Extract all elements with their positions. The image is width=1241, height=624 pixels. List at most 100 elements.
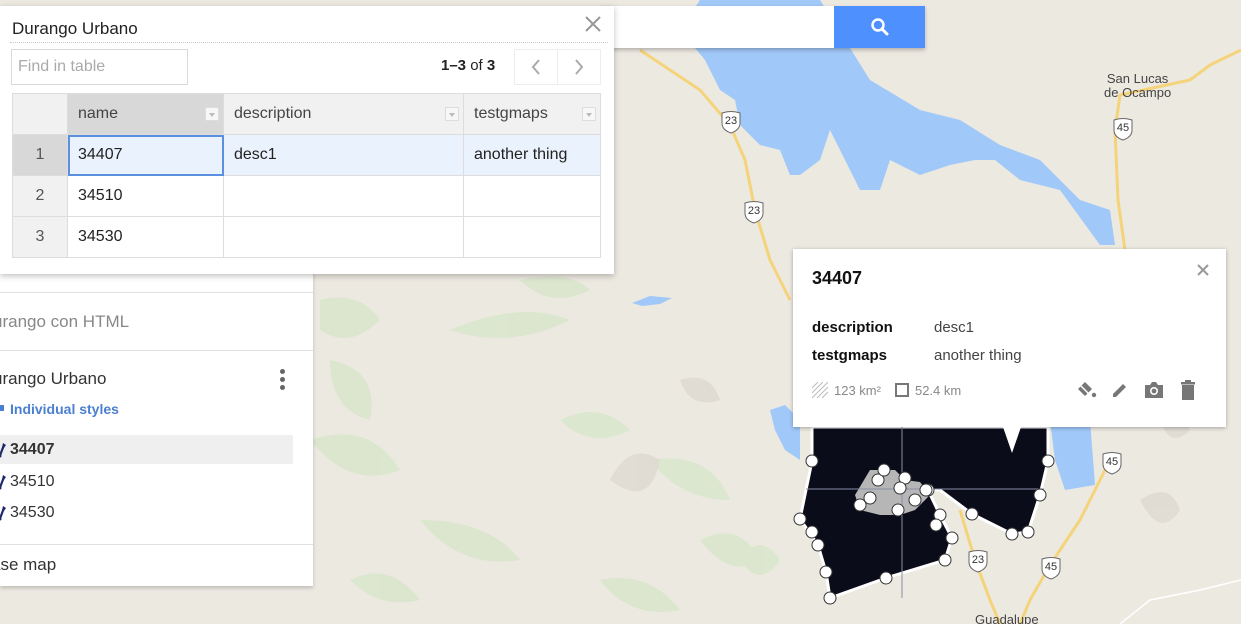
- edit-button[interactable]: [1108, 378, 1132, 402]
- shield-number: 23: [747, 205, 761, 217]
- paint-bucket-icon: [1076, 381, 1097, 398]
- column-header-description[interactable]: description: [223, 93, 464, 135]
- info-window-pointer: [1003, 427, 1021, 453]
- vertex-handle[interactable]: [793, 512, 807, 526]
- highway-shield: 23: [743, 200, 765, 224]
- previous-page-button[interactable]: [514, 49, 558, 85]
- vertex-handle[interactable]: [853, 498, 867, 512]
- layers-panel: urango con HTML urango Urbano Individual…: [0, 270, 313, 586]
- field-row-testgmaps: testgmaps another thing: [812, 347, 1022, 364]
- style-icon: [0, 405, 4, 411]
- table-row[interactable]: 2 34510: [12, 175, 601, 217]
- shield-number: 23: [971, 554, 985, 566]
- close-icon[interactable]: [1194, 261, 1212, 279]
- vertex-handle[interactable]: [945, 531, 959, 545]
- cell-name[interactable]: 34510: [67, 175, 224, 217]
- cell-testgmaps[interactable]: another thing: [463, 134, 601, 176]
- vertex-handle[interactable]: [1041, 454, 1055, 468]
- vertex-handle[interactable]: [819, 565, 833, 579]
- cell-name[interactable]: 34407: [67, 134, 224, 176]
- feature-list-item[interactable]: 34407: [0, 435, 293, 464]
- vertex-handle[interactable]: [938, 553, 952, 567]
- vertex-handle[interactable]: [908, 493, 922, 507]
- vertex-handle[interactable]: [823, 591, 837, 605]
- trash-icon: [1181, 380, 1195, 400]
- layer-options-button[interactable]: [272, 366, 292, 392]
- delete-button[interactable]: [1176, 378, 1200, 402]
- style-button[interactable]: [1074, 378, 1098, 402]
- camera-icon: [1145, 382, 1163, 398]
- vertex-handle[interactable]: [877, 463, 891, 477]
- divider: [0, 350, 313, 351]
- feature-label: 34407: [10, 440, 55, 458]
- vertex-handle[interactable]: [965, 507, 979, 521]
- more-vert-icon-dot: [279, 376, 285, 382]
- data-table: name description testgmaps 1 34407 desc1 an…: [12, 93, 601, 258]
- vertex-handle[interactable]: [805, 454, 819, 468]
- vertex-handle[interactable]: [879, 571, 893, 585]
- corner-cell: [12, 93, 68, 135]
- search-icon: [870, 18, 888, 36]
- feature-list-item[interactable]: 34510: [0, 467, 293, 496]
- shield-number: 23: [724, 115, 738, 127]
- column-menu-button[interactable]: [582, 107, 596, 121]
- add-photo-button[interactable]: [1142, 378, 1166, 402]
- close-icon[interactable]: [582, 13, 604, 35]
- column-header-testgmaps[interactable]: testgmaps: [463, 93, 601, 135]
- cell-description[interactable]: [223, 216, 464, 258]
- search-box: [600, 6, 925, 48]
- column-header-name[interactable]: name: [67, 93, 224, 135]
- individual-styles-link[interactable]: Individual styles: [0, 401, 119, 417]
- search-input[interactable]: [600, 6, 834, 48]
- cell-testgmaps[interactable]: [463, 216, 601, 258]
- cell-testgmaps[interactable]: [463, 175, 601, 217]
- base-map-section[interactable]: ase map: [0, 555, 56, 575]
- layer-title-prev[interactable]: urango con HTML: [0, 312, 129, 332]
- vertex-handle[interactable]: [1021, 525, 1035, 539]
- table-header-row: name description testgmaps: [12, 93, 601, 135]
- shield-number: 45: [1044, 561, 1058, 573]
- town-label-line1: San Lucas: [1106, 71, 1169, 86]
- row-number-cell[interactable]: 3: [12, 216, 68, 258]
- vertex-handle[interactable]: [929, 518, 943, 532]
- next-page-button[interactable]: [557, 49, 601, 85]
- cell-name[interactable]: 34530: [67, 216, 224, 258]
- more-vert-icon-dot: [279, 384, 285, 390]
- cell-description[interactable]: desc1: [223, 134, 464, 176]
- chevron-right-icon: [575, 59, 584, 75]
- vertex-handle[interactable]: [919, 483, 933, 497]
- feature-list-item[interactable]: 34530: [0, 498, 293, 527]
- feature-label: 34530: [10, 503, 55, 521]
- boundary-line: [1119, 579, 1241, 624]
- find-in-table-input[interactable]: [11, 49, 188, 85]
- table-row[interactable]: 3 34530: [12, 216, 601, 258]
- table-row[interactable]: 1 34407 desc1 another thing: [12, 134, 601, 176]
- vertex-handle[interactable]: [1005, 527, 1019, 541]
- vertex-handle[interactable]: [891, 503, 905, 517]
- row-number-cell[interactable]: 2: [12, 175, 68, 217]
- search-button[interactable]: [834, 6, 925, 48]
- terrain-patches: [310, 276, 780, 612]
- vertex-handle[interactable]: [893, 481, 907, 495]
- polygon-feature-icon: [0, 474, 6, 489]
- feature-actions: [1074, 378, 1200, 402]
- vertex-handle[interactable]: [811, 538, 825, 552]
- column-menu-button[interactable]: [445, 107, 459, 121]
- feature-info-window: 34407 description desc1 testgmaps anothe…: [793, 249, 1226, 427]
- perimeter-value: 52.4 km: [914, 382, 962, 398]
- count-of: of: [470, 57, 483, 74]
- cell-description[interactable]: [223, 175, 464, 217]
- vertex-handle[interactable]: [1033, 488, 1047, 502]
- highway-shield: 23: [967, 549, 989, 573]
- vertex-handle[interactable]: [805, 525, 819, 539]
- feature-title: 34407: [812, 268, 863, 288]
- column-menu-button[interactable]: [205, 107, 219, 121]
- feature-label: 34510: [10, 472, 55, 490]
- pagination-count: 1–3 of 3: [441, 57, 495, 74]
- row-number-cell[interactable]: 1: [12, 134, 68, 176]
- layer-title[interactable]: urango Urbano: [0, 369, 106, 389]
- lake-small: [632, 296, 672, 306]
- highway-shield: 45: [1040, 556, 1062, 580]
- highway-shield: 23: [720, 110, 742, 134]
- data-table-panel: Durango Urbano 1–3 of 3 name description…: [0, 6, 614, 274]
